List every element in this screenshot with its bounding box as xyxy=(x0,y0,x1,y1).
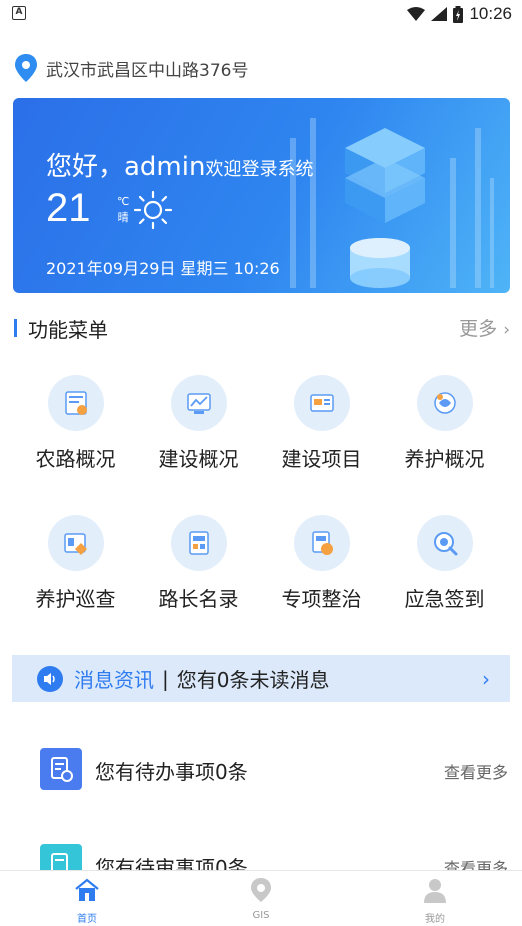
view-more-link[interactable]: 查看更多 xyxy=(444,759,508,783)
location-address: 武汉市武昌区中山路376号 xyxy=(46,60,249,81)
emergency-signin-icon xyxy=(416,515,473,571)
menu-label: 路长名录 xyxy=(158,587,239,611)
menu-item-maintenance-inspection[interactable]: 养护巡查 xyxy=(14,515,137,612)
chevron-right-icon: › xyxy=(482,667,490,691)
welcome-text: 欢迎登录系统 xyxy=(205,159,314,180)
construction-project-icon xyxy=(293,375,350,431)
menu-label: 养护概况 xyxy=(404,447,485,471)
notice-label: 消息资讯 xyxy=(74,668,154,692)
maintenance-inspection-icon xyxy=(47,515,104,571)
menu-item-special-rectification[interactable]: 专项整治 xyxy=(260,515,383,612)
menu-label: 养护巡查 xyxy=(35,587,116,611)
server-illustration-icon xyxy=(290,118,494,288)
wifi-icon xyxy=(407,7,426,21)
menu-item-emergency-signin[interactable]: 应急签到 xyxy=(383,515,506,612)
task-row-pending[interactable]: 您有待办事项0条 查看更多 xyxy=(0,744,522,794)
location-bar[interactable]: 武汉市武昌区中山路376号 xyxy=(14,54,248,82)
temperature-unit-block: ℃ 晴 xyxy=(117,194,129,226)
task-text: 您有待办事项0条 xyxy=(95,760,248,784)
section-title: 功能菜单 xyxy=(28,318,108,342)
special-rectification-icon xyxy=(293,515,350,571)
menu-label: 应急签到 xyxy=(404,587,485,611)
welcome-banner: 您好，admin欢迎登录系统 21 ℃ 晴 2021年09月29日 星期三 10… xyxy=(13,98,510,293)
menu-item-maintenance-overview[interactable]: 养护概况 xyxy=(383,375,506,472)
tab-home[interactable]: 首页 xyxy=(37,877,137,925)
status-bar: A 10:26 xyxy=(0,0,522,28)
maintenance-overview-icon xyxy=(416,375,473,431)
greeting-line: 您好，admin欢迎登录系统 xyxy=(46,146,313,183)
tab-label: GIS xyxy=(252,910,270,921)
tab-label: 首页 xyxy=(77,914,97,925)
tab-label: 我的 xyxy=(425,914,445,925)
sunny-icon xyxy=(133,190,173,230)
road-chief-directory-icon xyxy=(170,515,227,571)
bottom-tab-bar: 首页 GIS 我的 xyxy=(0,870,522,926)
more-label: 更多 xyxy=(459,318,498,340)
greeting-text: 您好，admin xyxy=(46,152,206,182)
chevron-right-icon: › xyxy=(503,320,510,340)
notice-separator: | xyxy=(162,666,169,691)
home-icon xyxy=(75,878,99,901)
user-icon xyxy=(424,879,446,903)
menu-label: 专项整治 xyxy=(281,587,362,611)
menu-item-construction-overview[interactable]: 建设概况 xyxy=(137,375,260,472)
weather-text: 晴 xyxy=(117,211,129,224)
status-icons: 10:26 xyxy=(407,3,512,25)
notice-bar[interactable]: 消息资讯 | 您有0条未读消息 › xyxy=(12,655,510,702)
section-accent-bar xyxy=(14,319,17,337)
battery-icon xyxy=(453,5,464,23)
signal-icon xyxy=(431,7,448,21)
speaker-icon xyxy=(37,665,63,692)
menu-label: 建设项目 xyxy=(281,447,362,471)
tab-gis[interactable]: GIS xyxy=(211,877,311,921)
more-button[interactable]: 更多 › xyxy=(459,314,510,341)
menu-item-road-chief-directory[interactable]: 路长名录 xyxy=(137,515,260,612)
construction-overview-icon xyxy=(170,375,227,431)
notice-message: 您有0条未读消息 xyxy=(176,668,330,692)
todo-document-icon xyxy=(40,748,82,790)
temperature-unit: ℃ xyxy=(117,195,130,208)
road-overview-icon xyxy=(47,375,104,431)
notification-a-icon: A xyxy=(12,6,26,20)
banner-datetime: 2021年09月29日 星期三 10:26 xyxy=(46,259,280,278)
location-pin-icon xyxy=(15,54,37,82)
menu-label: 建设概况 xyxy=(158,447,239,471)
tab-mine[interactable]: 我的 xyxy=(385,877,485,925)
menu-item-construction-project[interactable]: 建设项目 xyxy=(260,375,383,472)
clock-time: 10:26 xyxy=(469,4,512,23)
menu-item-road-overview[interactable]: 农路概况 xyxy=(14,375,137,472)
menu-label: 农路概况 xyxy=(35,447,116,471)
map-pin-icon xyxy=(251,878,271,902)
temperature-value: 21 xyxy=(46,186,91,230)
function-menu-header: 功能菜单 更多 › xyxy=(14,314,510,344)
